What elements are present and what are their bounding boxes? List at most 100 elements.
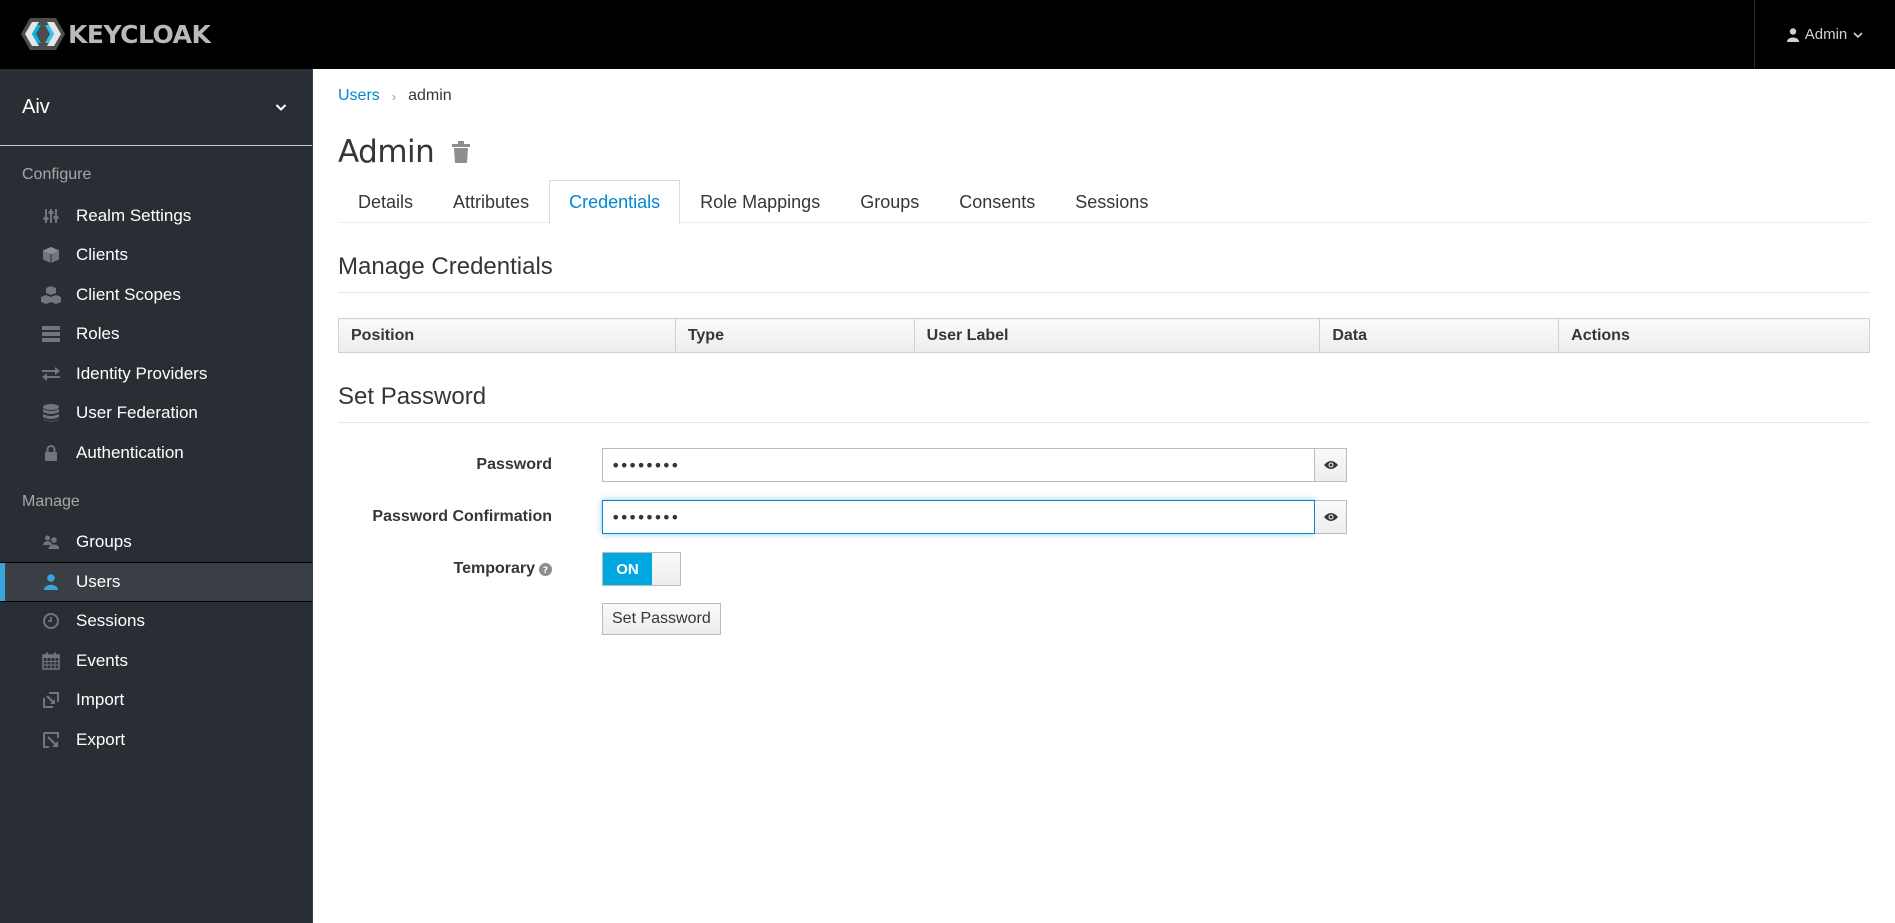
sidebar-item-label: Export xyxy=(76,729,126,749)
sidebar-item-label: User Federation xyxy=(76,403,198,423)
toggle-on-label: ON xyxy=(603,553,652,585)
sidebar-item-identity-providers[interactable]: Identity Providers xyxy=(0,354,312,394)
tab-credentials[interactable]: Credentials xyxy=(549,180,681,224)
configure-nav: Realm Settings Clients Client Scopes Rol… xyxy=(0,196,312,473)
temporary-label: Temporary xyxy=(453,560,535,577)
breadcrumb-separator: › xyxy=(391,88,397,104)
tab-details[interactable]: Details xyxy=(338,180,433,223)
keycloak-logo[interactable]: KEYCLOAK xyxy=(20,14,211,54)
sidebar-item-realm-settings[interactable]: Realm Settings xyxy=(0,196,312,236)
sidebar-item-label: Users xyxy=(76,571,121,591)
show-password-confirmation-button[interactable] xyxy=(1315,500,1347,534)
sidebar-item-clients[interactable]: Clients xyxy=(0,236,312,276)
sidebar-item-label: Clients xyxy=(76,245,128,265)
sidebar-item-label: Roles xyxy=(76,324,120,344)
set-password-button[interactable]: Set Password xyxy=(602,603,721,635)
sidebar: Aiv Configure Realm Settings Clients Cli… xyxy=(0,69,313,923)
column-header-actions[interactable]: Actions xyxy=(1558,318,1870,353)
breadcrumb: Users › admin xyxy=(338,84,1870,108)
trash-icon xyxy=(452,141,471,163)
sidebar-item-import[interactable]: Import xyxy=(0,681,312,721)
clock-icon xyxy=(40,610,62,632)
tab-groups[interactable]: Groups xyxy=(840,180,939,223)
sliders-icon xyxy=(40,205,62,227)
import-icon xyxy=(40,689,62,711)
tab-role-mappings[interactable]: Role Mappings xyxy=(680,180,840,223)
toggle-handle[interactable] xyxy=(652,553,680,585)
sidebar-item-label: Realm Settings xyxy=(76,205,192,225)
password-confirmation-label: Password Confirmation xyxy=(372,508,552,525)
sidebar-item-label: Groups xyxy=(76,532,132,552)
temporary-row: Temporary ? ON xyxy=(338,552,1870,586)
eye-icon xyxy=(1323,461,1338,469)
main-content: Users › admin Admin Details Attributes C… xyxy=(314,69,1895,923)
eye-icon xyxy=(1323,513,1338,521)
password-label: Password xyxy=(476,456,552,473)
cubes-icon xyxy=(40,284,62,306)
sidebar-item-authentication[interactable]: Authentication xyxy=(0,433,312,473)
sidebar-item-roles[interactable]: Roles xyxy=(0,315,312,355)
column-header-data[interactable]: Data xyxy=(1319,318,1560,353)
page-title: Admin xyxy=(338,134,435,170)
keycloak-logo-icon xyxy=(21,18,65,50)
sidebar-item-label: Identity Providers xyxy=(76,363,208,383)
server-icon xyxy=(40,323,62,345)
password-input[interactable] xyxy=(602,448,1315,482)
sidebar-item-label: Client Scopes xyxy=(76,284,181,304)
temporary-label-group: Temporary ? xyxy=(338,560,552,578)
cube-icon xyxy=(40,244,62,266)
sidebar-item-events[interactable]: Events xyxy=(0,641,312,681)
tab-attributes[interactable]: Attributes xyxy=(433,180,549,223)
manage-credentials-heading: Manage Credentials xyxy=(338,253,1870,293)
calendar-icon xyxy=(40,650,62,672)
sidebar-item-export[interactable]: Export xyxy=(0,720,312,760)
users-icon xyxy=(40,531,62,553)
realm-selector[interactable]: Aiv xyxy=(0,69,312,146)
user-icon xyxy=(1786,27,1799,42)
column-header-user-label[interactable]: User Label xyxy=(913,318,1321,353)
user-menu-label: Admin xyxy=(1804,26,1848,43)
sidebar-item-users[interactable]: Users xyxy=(0,562,312,602)
user-menu-dropdown[interactable]: Admin xyxy=(1754,0,1895,69)
exchange-icon xyxy=(40,363,62,385)
top-header: KEYCLOAK Admin xyxy=(0,0,1895,69)
breadcrumb-current: admin xyxy=(408,87,452,104)
chevron-down-icon xyxy=(275,103,287,111)
logo-text: KEYCLOAK xyxy=(68,19,211,49)
table-header-row: Position Type User Label Data Actions xyxy=(338,318,1870,353)
help-icon[interactable]: ? xyxy=(539,562,552,576)
section-heading-manage: Manage xyxy=(22,492,80,510)
show-password-button[interactable] xyxy=(1315,448,1347,482)
set-password-actions: Set Password xyxy=(338,603,1870,635)
sidebar-item-label: Import xyxy=(76,690,125,710)
tab-consents[interactable]: Consents xyxy=(939,180,1055,223)
sidebar-item-groups[interactable]: Groups xyxy=(0,523,312,563)
section-heading-configure: Configure xyxy=(22,166,92,183)
user-icon xyxy=(40,571,62,593)
temporary-toggle-wrap: ON xyxy=(602,552,681,586)
sidebar-item-sessions[interactable]: Sessions xyxy=(0,602,312,642)
database-icon xyxy=(40,402,62,424)
password-row: Password xyxy=(338,448,1870,482)
sidebar-item-client-scopes[interactable]: Client Scopes xyxy=(0,275,312,315)
set-password-heading: Set Password xyxy=(338,383,1870,423)
lock-icon xyxy=(40,442,62,464)
manage-nav: Groups Users Sessions Events Import Expo… xyxy=(0,523,312,760)
page-title-row: Admin xyxy=(338,132,1870,172)
breadcrumb-users-link[interactable]: Users xyxy=(338,87,380,105)
svg-text:?: ? xyxy=(543,566,548,576)
tab-sessions[interactable]: Sessions xyxy=(1055,180,1168,223)
column-header-position[interactable]: Position xyxy=(338,318,676,353)
password-input-group xyxy=(602,448,1347,482)
sidebar-item-label: Authentication xyxy=(76,442,184,462)
password-confirmation-row: Password Confirmation xyxy=(338,500,1870,534)
sidebar-item-user-federation[interactable]: User Federation xyxy=(0,394,312,434)
realm-name: Aiv xyxy=(22,95,50,118)
sidebar-item-label: Events xyxy=(76,650,128,670)
delete-user-button[interactable] xyxy=(452,141,471,163)
export-icon xyxy=(40,729,62,751)
temporary-toggle[interactable]: ON xyxy=(602,552,681,586)
column-header-type[interactable]: Type xyxy=(674,318,915,353)
sidebar-item-label: Sessions xyxy=(76,611,145,631)
password-confirmation-input[interactable] xyxy=(602,500,1315,534)
